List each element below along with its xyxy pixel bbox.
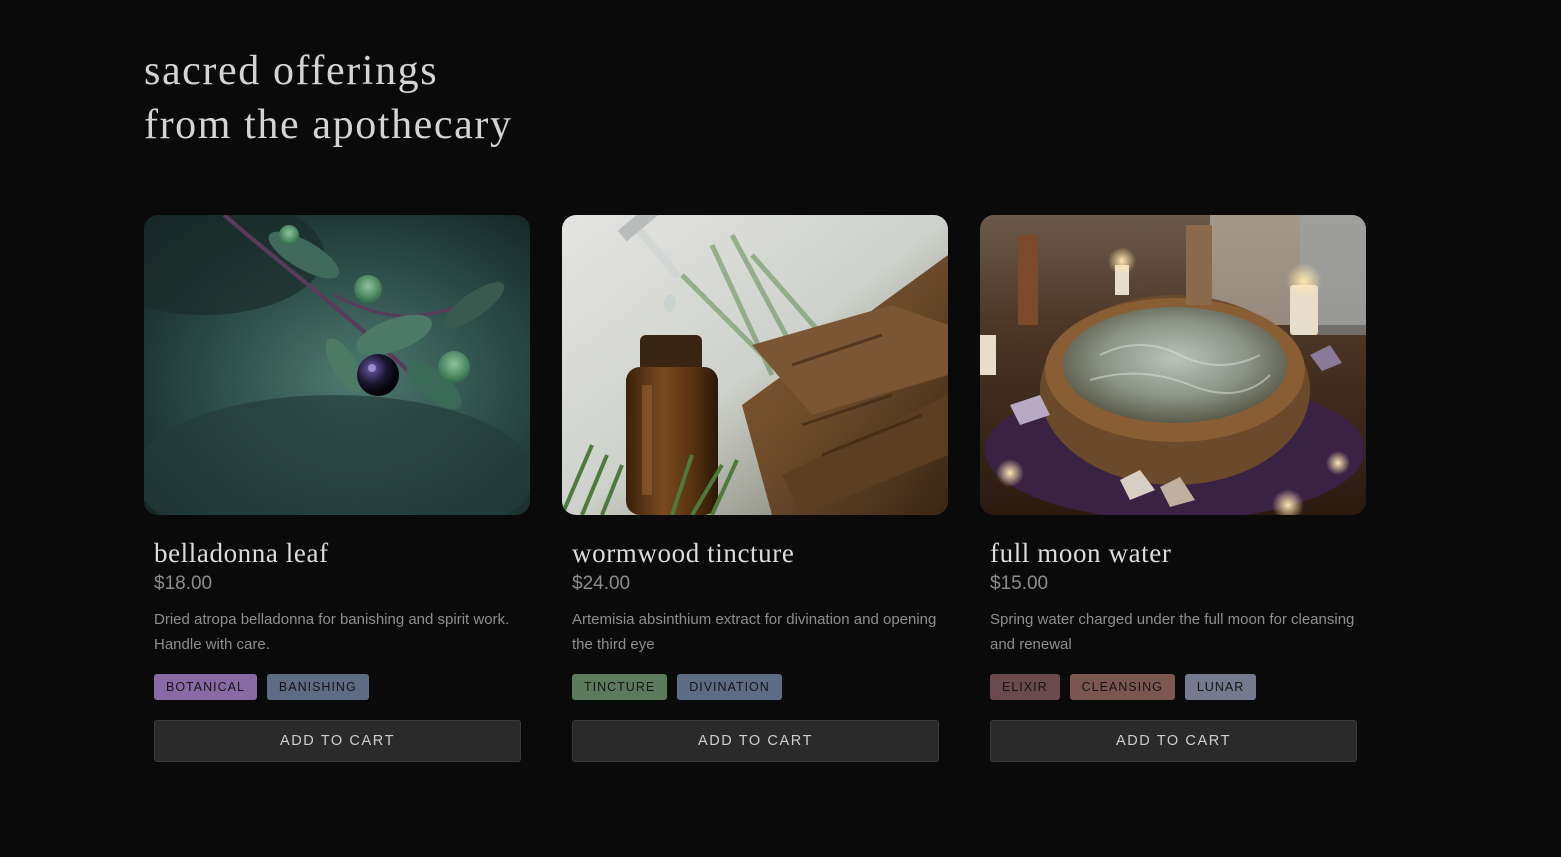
product-price: $18.00 <box>154 573 213 594</box>
page-title: sacred offerings from the apothecary <box>144 44 513 152</box>
product-card-wormwood: wormwood tincture $24.00 Artemisia absin… <box>562 215 948 762</box>
product-description: Artemisia absinthium extract for divinat… <box>572 611 937 653</box>
add-to-cart-button[interactable]: ADD TO CART <box>572 720 939 762</box>
product-tags: TINCTURE DIVINATION <box>572 674 938 700</box>
product-image-wormwood[interactable] <box>562 215 948 515</box>
page-title-line-1: sacred offerings <box>144 48 439 94</box>
product-name[interactable]: full moon water <box>990 537 1356 569</box>
add-to-cart-button[interactable]: ADD TO CART <box>990 720 1357 762</box>
product-card-belladonna: belladonna leaf $18.00 Dried atropa bell… <box>144 215 530 762</box>
page-title-line-2: from the apothecary <box>144 102 513 148</box>
tag-divination[interactable]: DIVINATION <box>677 674 782 700</box>
moon-water-bowl-photo <box>980 215 1366 515</box>
product-image-belladonna[interactable] <box>144 215 530 515</box>
belladonna-berry-photo <box>144 215 530 515</box>
tag-banishing[interactable]: BANISHING <box>266 674 369 700</box>
product-image-moon-water[interactable] <box>980 215 1366 515</box>
tag-botanical[interactable]: BOTANICAL <box>154 674 257 700</box>
product-tags: ELIXIR CLEANSING LUNAR <box>990 674 1356 700</box>
tag-lunar[interactable]: LUNAR <box>1184 674 1257 700</box>
product-description: Dried atropa belladonna for banishing an… <box>154 611 510 653</box>
tag-tincture[interactable]: TINCTURE <box>572 674 668 700</box>
product-grid: belladonna leaf $18.00 Dried atropa bell… <box>144 215 1366 762</box>
tincture-bottle-photo <box>562 215 948 515</box>
product-price: $24.00 <box>572 573 631 594</box>
tag-elixir[interactable]: ELIXIR <box>990 674 1060 700</box>
product-tags: BOTANICAL BANISHING <box>154 674 520 700</box>
product-description: Spring water charged under the full moon… <box>990 611 1355 653</box>
product-price: $15.00 <box>990 573 1049 594</box>
product-card-moon-water: full moon water $15.00 Spring water char… <box>980 215 1366 762</box>
product-name[interactable]: belladonna leaf <box>154 537 520 569</box>
add-to-cart-button[interactable]: ADD TO CART <box>154 720 521 762</box>
product-name[interactable]: wormwood tincture <box>572 537 938 569</box>
tag-cleansing[interactable]: CLEANSING <box>1069 674 1175 700</box>
